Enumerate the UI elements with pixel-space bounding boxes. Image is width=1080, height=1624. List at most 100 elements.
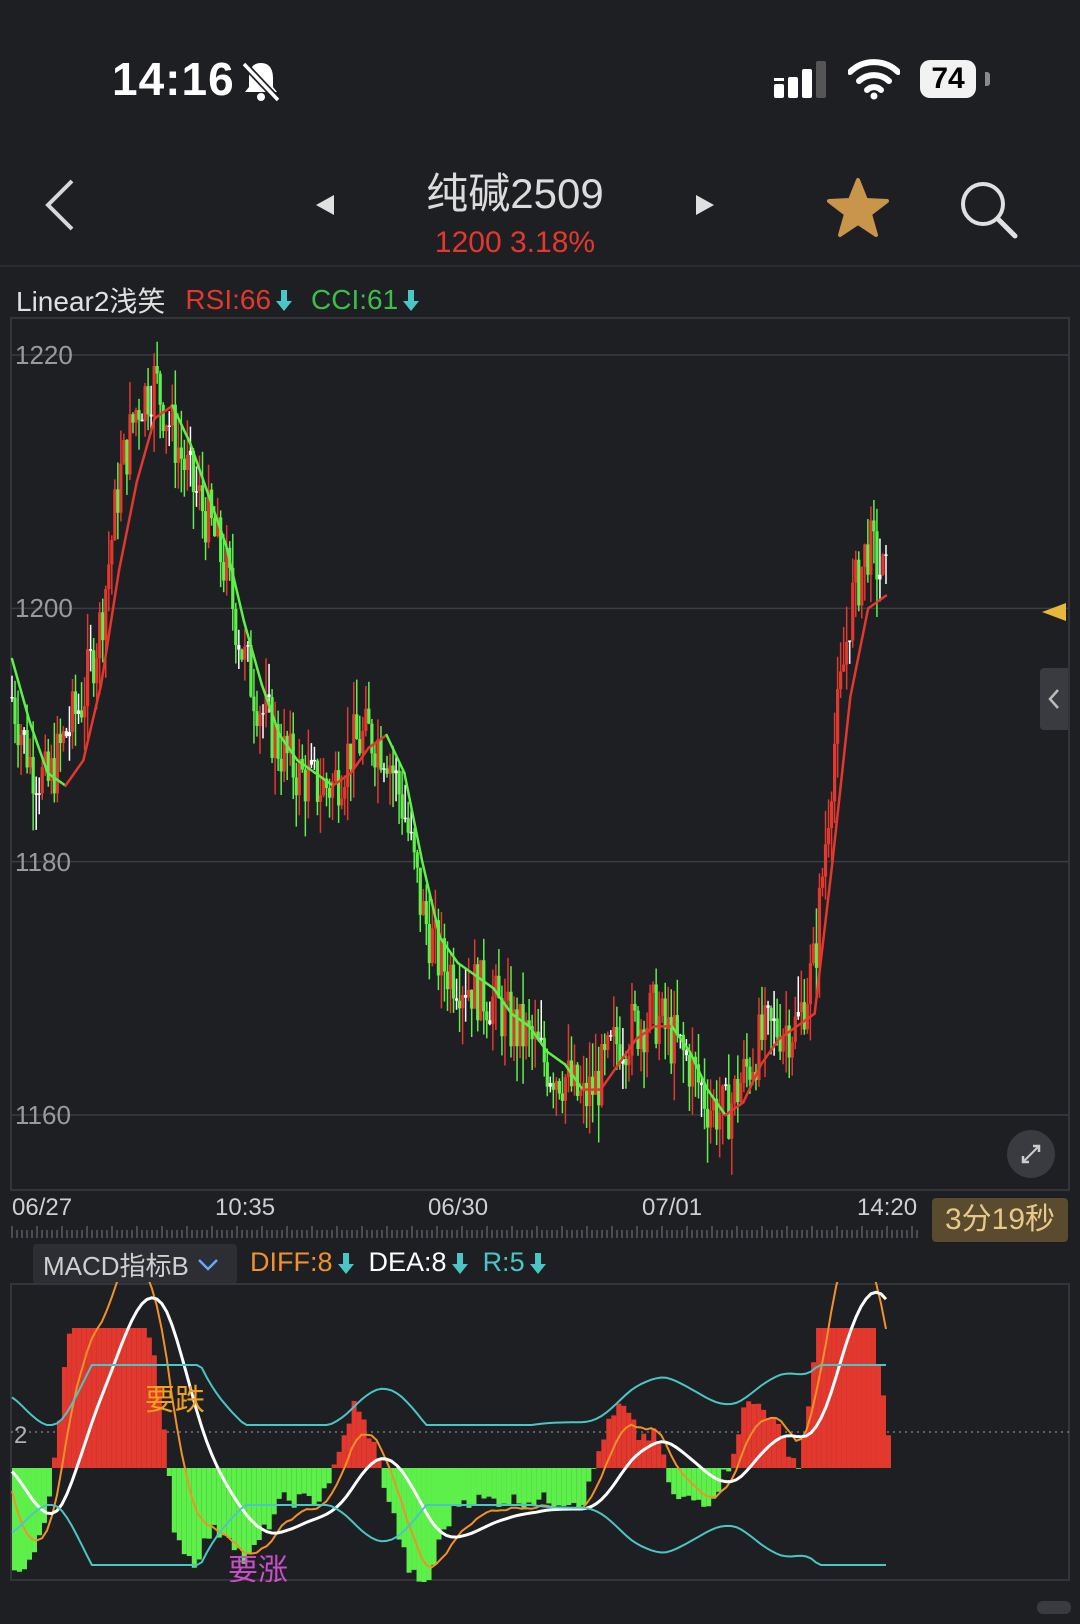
candle-body: [303, 769, 307, 802]
candle-body: [22, 729, 26, 735]
candle-body: [267, 694, 271, 698]
arrow-down-icon: [276, 290, 293, 311]
scrubber-tick: [16, 1230, 18, 1238]
side-panel-toggle[interactable]: [1040, 668, 1068, 730]
scrubber-tick: [626, 1230, 628, 1238]
previous-contract-button[interactable]: [305, 185, 345, 225]
candle-body: [340, 798, 344, 806]
macd-histogram-bar: [26, 1468, 32, 1560]
macd-histogram-bar: [781, 1437, 787, 1468]
scrubber-tick: [761, 1226, 763, 1238]
candle-body: [131, 414, 135, 423]
macd-histogram-bar: [466, 1468, 472, 1508]
scrubber-tick: [291, 1230, 293, 1238]
candle-body: [388, 765, 392, 774]
scrubber-tick: [826, 1230, 828, 1238]
candle-body: [863, 544, 867, 567]
scrubber-tick: [176, 1230, 178, 1238]
macd-histogram-bar: [51, 1457, 57, 1468]
scrubber-tick: [726, 1230, 728, 1238]
candle-body: [185, 455, 190, 471]
candle-body: [854, 559, 858, 583]
indicator-header[interactable]: Linear2浅笑 RSI:66 CCI:61: [16, 280, 420, 320]
candle-body: [391, 765, 395, 774]
macd-histogram-bar: [316, 1468, 322, 1502]
fullscreen-button[interactable]: [1007, 1130, 1055, 1178]
bell-muted-icon: [241, 61, 281, 103]
chevron-left-icon: [45, 179, 74, 231]
macd-histogram-bar: [476, 1468, 482, 1495]
scrubber-tick: [36, 1226, 38, 1238]
macd-selector[interactable]: MACD指标B: [33, 1244, 237, 1284]
candle-body: [606, 1035, 610, 1051]
candle-body: [790, 1042, 794, 1058]
scrubber-tick: [181, 1230, 183, 1238]
search-icon[interactable]: [955, 176, 1021, 242]
scrubber-tick: [501, 1230, 503, 1238]
back-button[interactable]: [30, 170, 90, 240]
candle-body: [636, 1010, 640, 1049]
macd-values: DIFF:8 DEA:8 R:5: [250, 1247, 547, 1278]
candle-body: [19, 734, 23, 746]
macd-histogram-bar: [12, 1468, 17, 1571]
candle-body: [657, 1015, 661, 1044]
macd-histogram-bar: [41, 1468, 47, 1523]
candle-body: [451, 964, 456, 999]
scrubber-tick: [506, 1230, 508, 1238]
price-chart[interactable]: [0, 316, 1080, 1196]
scrubber-tick: [641, 1230, 643, 1238]
time-scrubber[interactable]: [11, 1222, 921, 1240]
macd-histogram-bar: [571, 1468, 577, 1503]
macd-histogram-bar: [296, 1468, 302, 1495]
scrubber-tick: [151, 1230, 153, 1238]
scrubber-tick: [371, 1230, 373, 1238]
candle-body: [412, 831, 416, 853]
candle-body: [113, 489, 117, 541]
scrubber-tick: [51, 1230, 53, 1238]
candle-body: [76, 710, 81, 714]
candle-body: [548, 1082, 552, 1087]
scrubber-tick: [616, 1230, 618, 1238]
scrubber-tick: [286, 1226, 288, 1238]
scrubber-tick: [101, 1230, 103, 1238]
favorite-star-icon[interactable]: [825, 176, 891, 242]
candle-body: [884, 554, 888, 556]
macd-histogram-bar: [131, 1328, 137, 1468]
next-contract-button[interactable]: [685, 185, 725, 225]
scrubber-tick: [61, 1226, 63, 1238]
contract-title[interactable]: 纯碱2509: [360, 160, 670, 221]
candle-body: [110, 540, 114, 565]
scrubber-tick: [121, 1230, 123, 1238]
candle-body: [240, 649, 244, 660]
candle-body: [116, 489, 120, 513]
scrubber-tick: [326, 1230, 328, 1238]
scrubber-tick: [261, 1226, 263, 1238]
scrubber-tick: [136, 1226, 138, 1238]
macd-histogram-bar: [181, 1468, 187, 1555]
candle-body: [597, 1070, 601, 1106]
scrubber-tick: [831, 1230, 833, 1238]
macd-histogram-bar: [576, 1468, 582, 1508]
price-change: 3.18%: [510, 226, 596, 259]
candle-body: [769, 1007, 773, 1021]
macd-histogram-bar: [76, 1328, 82, 1468]
candle-body: [427, 924, 431, 964]
macd-histogram-bar: [176, 1468, 182, 1541]
macd-histogram-bar: [531, 1468, 537, 1506]
macd-chart[interactable]: 2 要跌 要涨: [0, 1282, 1080, 1582]
macd-histogram-bar: [696, 1468, 702, 1500]
y-tick-label: 1180: [15, 847, 71, 877]
macd-selector-label: MACD指标B: [43, 1250, 189, 1281]
candle-body: [55, 733, 59, 794]
scrubber-tick: [211, 1226, 213, 1238]
cci-value: CCI:61: [311, 284, 399, 315]
macd-histogram-bar: [191, 1468, 197, 1568]
scrubber-tick: [171, 1230, 173, 1238]
macd-histogram-bar: [126, 1328, 132, 1468]
candle-body: [660, 998, 664, 1016]
scrubber-tick: [651, 1230, 653, 1238]
candle-body: [654, 984, 658, 1044]
macd-histogram-bar: [801, 1436, 807, 1468]
macd-histogram-bar: [481, 1468, 487, 1499]
scrubber-tick: [581, 1230, 583, 1238]
